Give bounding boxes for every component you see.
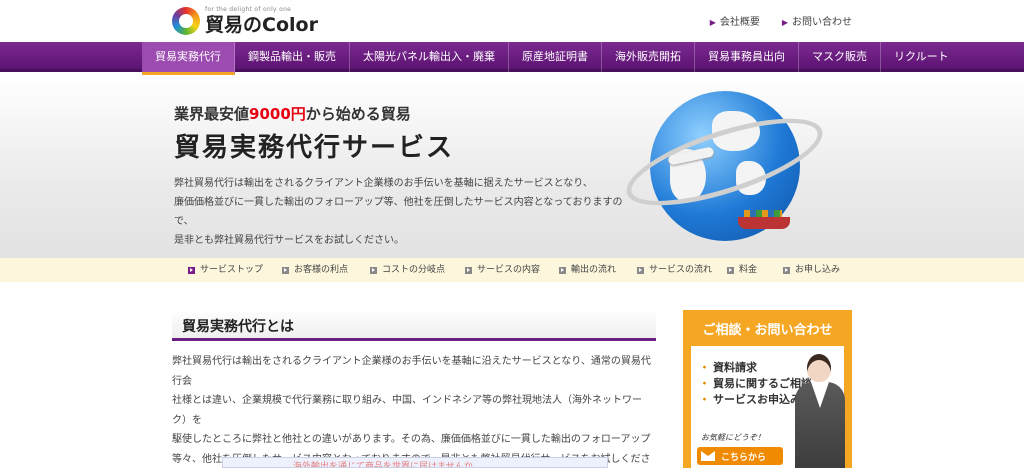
nav-item-overseas-sales[interactable]: 海外販売開拓 bbox=[602, 42, 695, 72]
globe-illustration bbox=[617, 79, 835, 255]
hero-lead: 業界最安値9000円から始める貿易 bbox=[174, 105, 411, 123]
global-nav: 貿易実務代行 鋼製品輸出・販売 太陽光パネル輸出入・廃棄 原産地証明書 海外販売… bbox=[0, 42, 1024, 75]
cargo-ship-icon bbox=[738, 210, 790, 229]
arrow-square-icon bbox=[559, 266, 566, 274]
sidebar-title: ご相談・お問い合わせ bbox=[702, 323, 833, 338]
subnav-item-service-flow[interactable]: サービスの流れ bbox=[637, 258, 727, 282]
logo-name: 貿易のColor bbox=[205, 14, 318, 36]
section-body: 弊社貿易代行は輸出をされるクライアント企業様のお手伝いを基軸に沿えたサービスとな… bbox=[172, 356, 651, 465]
header-link-contact[interactable]: ▶ お問い合わせ bbox=[782, 13, 852, 28]
nav-item-certificate-of-origin[interactable]: 原産地証明書 bbox=[509, 42, 602, 72]
nav-item-solar-panel[interactable]: 太陽光パネル輸出入・廃棄 bbox=[350, 42, 509, 72]
operator-illustration bbox=[787, 346, 851, 468]
header-links: ▶ 会社概要 ▶ お問い合わせ bbox=[710, 13, 852, 28]
nav-item-staff-dispatch[interactable]: 貿易事務員出向 bbox=[695, 42, 799, 72]
header-link-company[interactable]: ▶ 会社概要 bbox=[710, 13, 760, 28]
logo-tagline: for the delight of only one bbox=[205, 6, 292, 13]
subnav-item-benefits[interactable]: お客様の利点 bbox=[282, 258, 370, 282]
nav-item-mask-sales[interactable]: マスク販売 bbox=[799, 42, 881, 72]
subnav-item-service-top[interactable]: サービストップ bbox=[188, 258, 282, 282]
contact-sidebar: ご相談・お問い合わせ ・資料請求 ・貿易に関するご相談 ・サービスお申込み お気… bbox=[683, 310, 852, 468]
section-title: 貿易実務代行とは bbox=[182, 319, 294, 335]
promo-banner[interactable]: 海外輸出を通じて商品を世界に届けませんか bbox=[222, 457, 608, 468]
sidebar-note: お気軽にどうぞ！ bbox=[701, 433, 765, 442]
arrow-square-icon bbox=[727, 266, 734, 274]
arrow-square-icon bbox=[465, 266, 472, 274]
mail-icon bbox=[701, 451, 715, 461]
subnav-item-pricing[interactable]: 料金 bbox=[727, 258, 783, 282]
contact-button[interactable]: こちらから bbox=[697, 447, 783, 465]
hero-banner: 業界最安値9000円から始める貿易 貿易実務代行サービス 弊社貿易代行は輸出をさ… bbox=[0, 75, 1024, 258]
nav-item-steel-export[interactable]: 鋼製品輸出・販売 bbox=[235, 42, 350, 72]
nav-item-recruit[interactable]: リクルート bbox=[881, 42, 962, 72]
subnav-item-service-contents[interactable]: サービスの内容 bbox=[465, 258, 559, 282]
subnav-item-application[interactable]: お申し込み bbox=[783, 258, 853, 282]
hero-description: 弊社貿易代行は輸出をされるクライアント企業様のお手伝いを基軸に据えたサービスとな… bbox=[174, 178, 623, 246]
arrow-icon: ▶ bbox=[781, 18, 788, 27]
arrow-square-icon bbox=[370, 266, 377, 274]
hero-title: 貿易実務代行サービス bbox=[174, 133, 455, 163]
section-heading: 貿易実務代行とは bbox=[172, 309, 656, 341]
hero-price: 9000円 bbox=[249, 105, 306, 123]
subnav-item-export-flow[interactable]: 輸出の流れ bbox=[559, 258, 637, 282]
site-header: for the delight of only one 貿易のColor ▶ 会社… bbox=[0, 0, 1024, 42]
color-wheel-logo-icon bbox=[172, 7, 200, 35]
arrow-square-icon bbox=[783, 266, 790, 274]
service-subnav: サービストップ お客様の利点 コストの分岐点 サービスの内容 輸出の流れ サービ… bbox=[0, 258, 1024, 282]
arrow-square-icon bbox=[188, 266, 195, 274]
subnav-item-cost-breakeven[interactable]: コストの分岐点 bbox=[370, 258, 465, 282]
nav-item-trade-agency[interactable]: 貿易実務代行 bbox=[142, 42, 235, 75]
arrow-square-icon bbox=[282, 266, 289, 274]
site-logo[interactable]: for the delight of only one 貿易のColor bbox=[172, 4, 318, 38]
arrow-icon: ▶ bbox=[709, 18, 716, 27]
arrow-square-icon bbox=[637, 266, 644, 274]
